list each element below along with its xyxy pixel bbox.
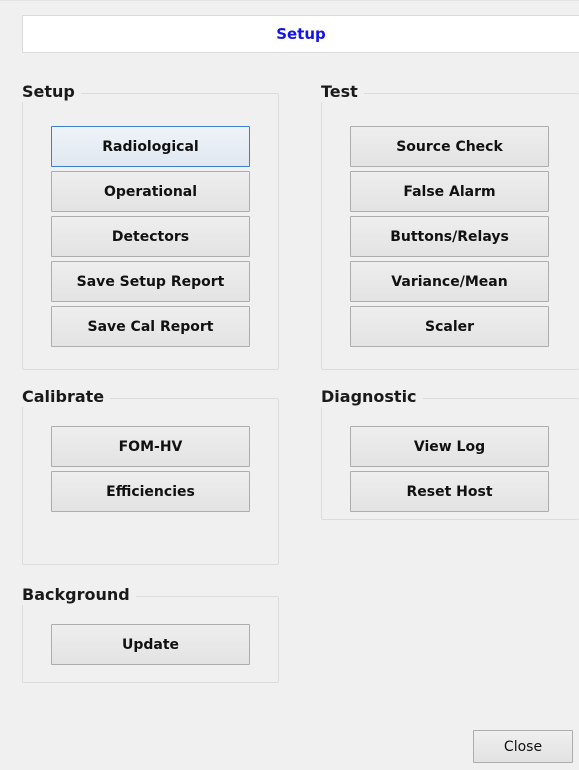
- setup-group-label: Setup: [22, 82, 81, 102]
- operational-button[interactable]: Operational: [51, 171, 250, 212]
- buttons-relays-button[interactable]: Buttons/Relays: [350, 216, 549, 257]
- update-button[interactable]: Update: [51, 624, 250, 665]
- scaler-button[interactable]: Scaler: [350, 306, 549, 347]
- reset-host-button[interactable]: Reset Host: [350, 471, 549, 512]
- setup-window: Setup Setup Radiological Operational Det…: [0, 0, 579, 770]
- radiological-button[interactable]: Radiological: [51, 126, 250, 167]
- variance-mean-button[interactable]: Variance/Mean: [350, 261, 549, 302]
- test-group-label: Test: [321, 82, 364, 102]
- background-group-label: Background: [22, 585, 136, 605]
- detectors-button[interactable]: Detectors: [51, 216, 250, 257]
- false-alarm-button[interactable]: False Alarm: [350, 171, 549, 212]
- view-log-button[interactable]: View Log: [350, 426, 549, 467]
- fom-hv-button[interactable]: FOM-HV: [51, 426, 250, 467]
- close-button[interactable]: Close: [473, 730, 573, 763]
- tab-title: Setup: [276, 25, 326, 43]
- save-setup-report-button[interactable]: Save Setup Report: [51, 261, 250, 302]
- source-check-button[interactable]: Source Check: [350, 126, 549, 167]
- diagnostic-group-label: Diagnostic: [321, 387, 423, 407]
- calibrate-group-label: Calibrate: [22, 387, 111, 407]
- tab-setup[interactable]: Setup: [22, 15, 579, 53]
- efficiencies-button[interactable]: Efficiencies: [51, 471, 250, 512]
- save-cal-report-button[interactable]: Save Cal Report: [51, 306, 250, 347]
